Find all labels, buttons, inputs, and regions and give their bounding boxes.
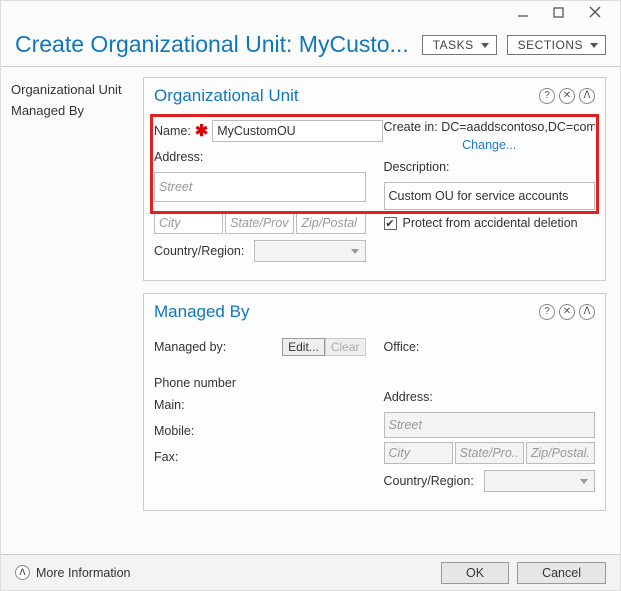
sidebar-item-ou[interactable]: Organizational Unit (11, 79, 133, 100)
mb-country-select[interactable] (484, 470, 596, 492)
city-input[interactable] (154, 212, 223, 234)
mb-zip-input[interactable] (526, 442, 595, 464)
maximize-button[interactable] (552, 5, 566, 19)
section-ou: Organizational Unit ? ✕ ᐱ Name: ✱ Addres… (143, 77, 606, 281)
country-label: Country/Region: (154, 244, 254, 258)
bottom-bar: ᐱ More Information OK Cancel (1, 554, 620, 590)
more-info-toggle[interactable]: ᐱ More Information (15, 565, 433, 580)
createin-label: Create in: (384, 120, 438, 134)
managedby-label: Managed by: (154, 340, 282, 354)
street-input[interactable] (154, 172, 366, 202)
minimize-button[interactable] (516, 5, 530, 19)
more-info-label: More Information (36, 566, 130, 580)
section-managedby: Managed By ? ✕ ᐱ Managed by: Edit... Cle… (143, 293, 606, 511)
header: Create Organizational Unit: MyCusto... T… (1, 27, 620, 67)
close-icon[interactable]: ✕ (559, 304, 575, 320)
tasks-button[interactable]: TASKS (422, 35, 497, 55)
change-link[interactable]: Change... (462, 138, 516, 152)
mb-state-input[interactable] (455, 442, 524, 464)
titlebar (1, 1, 620, 27)
edit-button[interactable]: Edit... (282, 338, 325, 356)
mobile-label: Mobile: (154, 424, 232, 438)
description-label: Description: (384, 160, 450, 174)
expand-icon: ᐱ (15, 565, 30, 580)
ok-button[interactable]: OK (441, 562, 509, 584)
main-label: Main: (154, 398, 232, 412)
sections-button[interactable]: SECTIONS (507, 35, 606, 55)
mb-address-label: Address: (384, 390, 462, 404)
country-select[interactable] (254, 240, 366, 262)
help-icon[interactable]: ? (539, 304, 555, 320)
page-title: Create Organizational Unit: MyCusto... (15, 31, 422, 58)
name-input[interactable] (212, 120, 383, 142)
address-label: Address: (154, 150, 232, 164)
cancel-button[interactable]: Cancel (517, 562, 606, 584)
fax-label: Fax: (154, 450, 232, 464)
mb-street-input[interactable] (384, 412, 596, 438)
close-icon[interactable]: ✕ (559, 88, 575, 104)
mb-city-input[interactable] (384, 442, 453, 464)
mb-country-label: Country/Region: (384, 474, 484, 488)
createin-value: DC=aaddscontoso,DC=com (441, 120, 595, 134)
phone-label: Phone number (154, 376, 366, 390)
collapse-icon[interactable]: ᐱ (579, 304, 595, 320)
office-label: Office: (384, 340, 462, 354)
help-icon[interactable]: ? (539, 88, 555, 104)
section-mb-title: Managed By (154, 302, 539, 322)
name-label: Name: (154, 124, 191, 138)
required-icon: ✱ (191, 121, 212, 141)
section-ou-title: Organizational Unit (154, 86, 539, 106)
description-input[interactable] (384, 182, 596, 210)
close-window-button[interactable] (588, 5, 602, 19)
sidebar-item-managedby[interactable]: Managed By (11, 100, 133, 121)
state-input[interactable] (225, 212, 294, 234)
clear-button[interactable]: Clear (325, 338, 366, 356)
protect-label: Protect from accidental deletion (403, 216, 578, 230)
sidebar: Organizational Unit Managed By (1, 67, 143, 557)
main-content: Organizational Unit ? ✕ ᐱ Name: ✱ Addres… (143, 67, 620, 557)
zip-input[interactable] (296, 212, 365, 234)
protect-checkbox[interactable]: ✔ (384, 217, 397, 230)
collapse-icon[interactable]: ᐱ (579, 88, 595, 104)
